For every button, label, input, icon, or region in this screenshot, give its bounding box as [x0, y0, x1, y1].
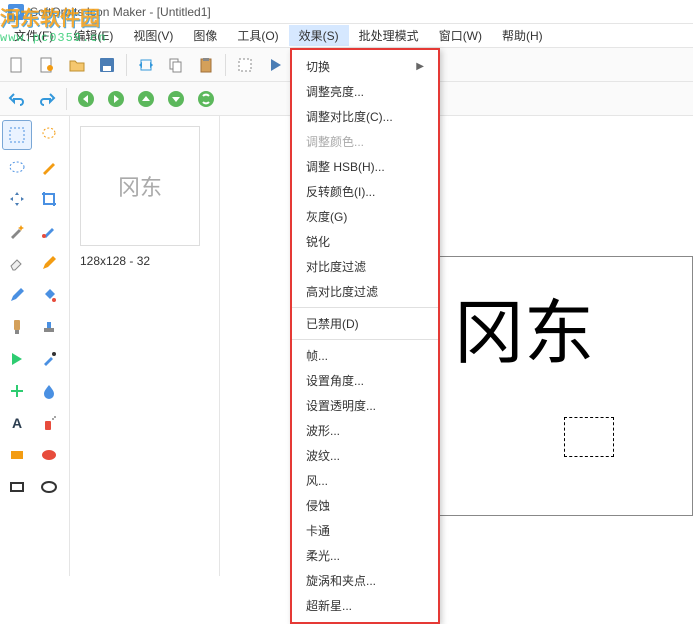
save-button[interactable] — [94, 52, 120, 78]
menu-item-ripple[interactable]: 波纹... — [292, 443, 438, 468]
title-bar: SoftOrbits Icon Maker - [Untitled1] — [0, 0, 693, 24]
tool-select-lasso[interactable] — [34, 120, 64, 150]
menu-item-softglow[interactable]: 柔光... — [292, 543, 438, 568]
copy-button[interactable] — [163, 52, 189, 78]
submenu-arrow-icon: ▶ — [416, 61, 424, 72]
tool-text[interactable]: A — [2, 408, 32, 438]
selection-marquee[interactable] — [564, 417, 614, 457]
menu-help[interactable]: 帮助(H) — [492, 25, 553, 46]
tool-brush[interactable] — [34, 216, 64, 246]
tool-select-wand[interactable] — [34, 152, 64, 182]
paste-button[interactable] — [193, 52, 219, 78]
canvas[interactable]: 冈东 — [433, 256, 693, 516]
menu-item-disabled[interactable]: 已禁用(D) — [292, 311, 438, 336]
undo-button[interactable] — [4, 86, 30, 112]
menu-item-supernova[interactable]: 超新星... — [292, 593, 438, 618]
new-doc2-button[interactable] — [34, 52, 60, 78]
menu-item-contrast-filter[interactable]: 对比度过滤 — [292, 254, 438, 279]
window-title: SoftOrbits Icon Maker - [Untitled1] — [30, 5, 211, 19]
cut-button[interactable] — [232, 52, 258, 78]
redo-button[interactable] — [34, 86, 60, 112]
tool-clone[interactable] — [2, 280, 32, 310]
menu-edit[interactable]: 编辑(E) — [63, 25, 123, 46]
nav-left-button[interactable] — [73, 86, 99, 112]
menu-bar: 文件(F) 编辑(E) 视图(V) 图像 工具(O) 效果(S) 批处理模式 窗… — [0, 24, 693, 48]
tool-shapes[interactable] — [2, 344, 32, 374]
menu-item-whirlpinch[interactable]: 旋涡和夹点... — [292, 568, 438, 593]
menu-item-wave[interactable]: 波形... — [292, 418, 438, 443]
nav-right-button[interactable] — [103, 86, 129, 112]
thumbnail-panel: 冈东 128x128 - 32 — [70, 116, 220, 576]
tool-select-rect[interactable] — [2, 120, 32, 150]
menu-window[interactable]: 窗口(W) — [429, 25, 492, 46]
menu-item-switch[interactable]: 切换▶ — [292, 54, 438, 79]
separator — [66, 88, 67, 110]
thumbnail-text: 冈东 — [118, 170, 162, 202]
separator — [126, 54, 127, 76]
svg-text:A: A — [12, 415, 22, 431]
menu-batch[interactable]: 批处理模式 — [349, 25, 429, 46]
tool-eraser[interactable] — [2, 248, 32, 278]
menu-item-invert[interactable]: 反转颜色(I)... — [292, 179, 438, 204]
tool-stamp[interactable] — [34, 312, 64, 342]
tool-line[interactable] — [2, 312, 32, 342]
menu-item-erode[interactable]: 侵蚀 — [292, 493, 438, 518]
menu-item-frame[interactable]: 帧... — [292, 343, 438, 368]
menu-item-high-contrast-filter[interactable]: 高对比度过滤 — [292, 279, 438, 304]
nav-up-button[interactable] — [133, 86, 159, 112]
menu-item-wind[interactable]: 风... — [292, 468, 438, 493]
tool-eyedropper[interactable] — [34, 344, 64, 374]
menu-view[interactable]: 视图(V) — [123, 25, 183, 46]
tool-bucket[interactable] — [34, 280, 64, 310]
menu-tools[interactable]: 工具(O) — [227, 25, 288, 46]
separator — [225, 54, 226, 76]
tool-pencil[interactable] — [34, 248, 64, 278]
tool-rect[interactable] — [2, 440, 32, 470]
tool-ellipse[interactable] — [34, 440, 64, 470]
menu-item-color: 调整颜色... — [292, 129, 438, 154]
refresh-button[interactable] — [193, 86, 219, 112]
menu-item-brightness[interactable]: 调整亮度... — [292, 79, 438, 104]
app-icon — [8, 4, 24, 20]
tool-ring[interactable] — [34, 472, 64, 502]
tool-blur[interactable] — [34, 376, 64, 406]
tool-spray[interactable] — [34, 408, 64, 438]
nav-down-button[interactable] — [163, 86, 189, 112]
menu-item-angle[interactable]: 设置角度... — [292, 368, 438, 393]
menu-item-sharpen[interactable]: 锐化 — [292, 229, 438, 254]
tool-rect2[interactable] — [2, 472, 32, 502]
menu-effects[interactable]: 效果(S) — [289, 25, 349, 46]
menu-item-contrast[interactable]: 调整对比度(C)... — [292, 104, 438, 129]
effects-dropdown: 切换▶ 调整亮度... 调整对比度(C)... 调整颜色... 调整 HSB(H… — [290, 48, 440, 624]
thumbnail-preview[interactable]: 冈东 — [80, 126, 200, 246]
tool-plus[interactable] — [2, 376, 32, 406]
transform-button[interactable] — [133, 52, 159, 78]
menu-separator — [292, 339, 438, 340]
tool-crop[interactable] — [34, 184, 64, 214]
canvas-drawing: 冈东 — [454, 277, 594, 378]
tool-move[interactable] — [2, 184, 32, 214]
menu-file[interactable]: 文件(F) — [4, 25, 63, 46]
open-button[interactable] — [64, 52, 90, 78]
menu-item-grayscale[interactable]: 灰度(G) — [292, 204, 438, 229]
toolbox: A — [0, 116, 70, 576]
tool-wand[interactable] — [2, 216, 32, 246]
menu-item-hsb[interactable]: 调整 HSB(H)... — [292, 154, 438, 179]
thumbnail-size-label: 128x128 - 32 — [80, 254, 209, 268]
new-doc-button[interactable] — [4, 52, 30, 78]
menu-item-cartoon[interactable]: 卡通 — [292, 518, 438, 543]
play-button[interactable] — [262, 52, 288, 78]
menu-item-transparency[interactable]: 设置透明度... — [292, 393, 438, 418]
tool-select-ellipse[interactable] — [2, 152, 32, 182]
menu-separator — [292, 307, 438, 308]
menu-image[interactable]: 图像 — [183, 25, 227, 46]
